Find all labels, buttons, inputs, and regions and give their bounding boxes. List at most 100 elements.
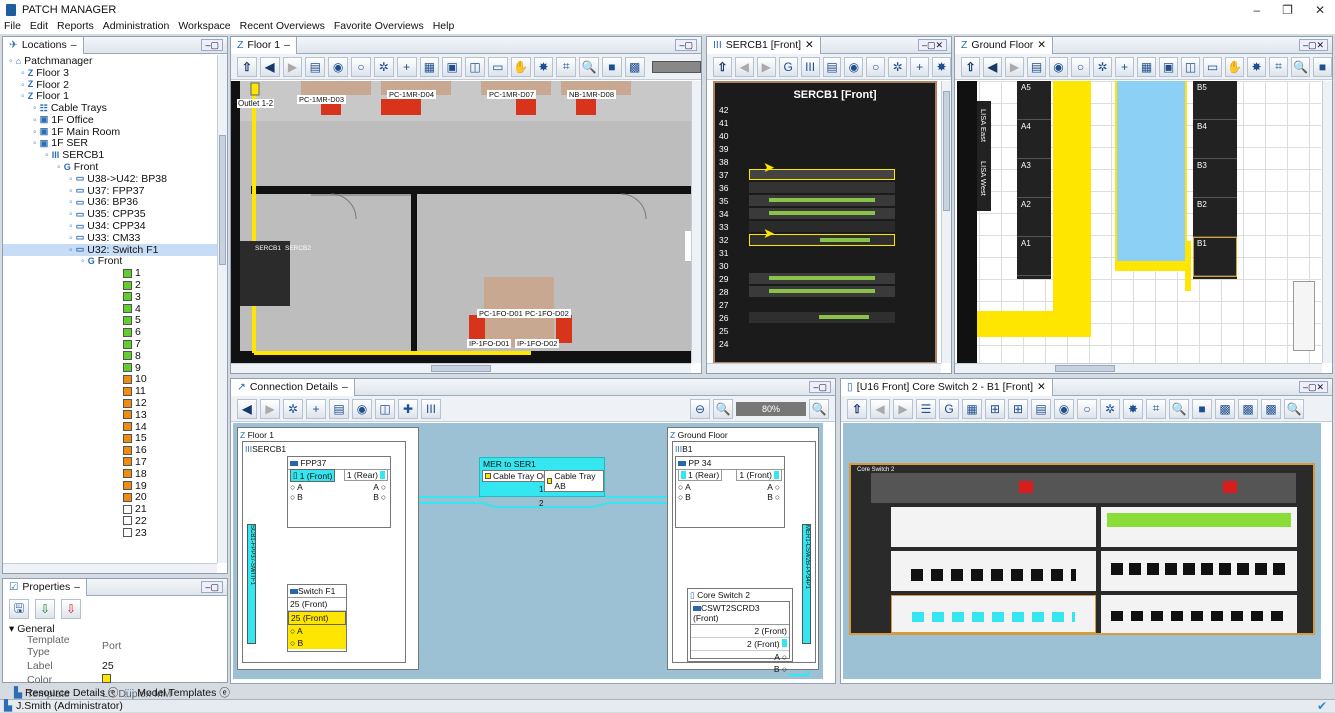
up-icon[interactable]: ⇧	[847, 398, 867, 419]
floor-rack[interactable]: B4	[1193, 120, 1237, 159]
floor1-box[interactable]: Z Floor 1 IIISERCB1 FPP37 ▯ 1 (Front) ○ A…	[237, 427, 419, 670]
rack-device-u28[interactable]	[749, 286, 895, 297]
tree-toggle-icon[interactable]: ◦	[69, 173, 73, 185]
rack-device-u29[interactable]	[749, 273, 895, 284]
ring-icon[interactable]: ○	[1071, 56, 1090, 77]
tree-port-item[interactable]: 1	[3, 267, 219, 279]
pp34-b[interactable]: ○ B	[678, 492, 691, 502]
tree-item[interactable]: ◦ ▭ U38->U42: BP38	[3, 173, 219, 185]
cswt2-b[interactable]: B ○	[691, 663, 789, 675]
export-icon[interactable]: ◉	[328, 56, 349, 77]
ring-icon[interactable]: ○	[351, 56, 371, 77]
ground-minmax-button[interactable]: –▢✕	[1298, 39, 1328, 51]
tree-toggle-icon[interactable]: ◦	[69, 244, 73, 256]
floor-rack[interactable]: B3	[1193, 159, 1237, 198]
select-icon[interactable]: ▭	[1203, 56, 1222, 77]
pp34-a[interactable]: ○ A	[678, 482, 691, 492]
grid-icon[interactable]: ▦	[419, 56, 440, 77]
rack-view-icon[interactable]: III	[800, 56, 820, 77]
rack-device-u26[interactable]	[749, 312, 895, 323]
rack-device-bp36[interactable]	[749, 182, 895, 193]
network2-icon[interactable]: ⊞	[1008, 398, 1028, 419]
floor-rack[interactable]: A2	[1017, 198, 1051, 237]
tree-toggle-icon[interactable]: ◦	[69, 232, 73, 244]
tree-port-item[interactable]: 9	[3, 362, 219, 374]
panel-minmax-button[interactable]: –▢	[201, 39, 223, 51]
pp34-rear-port[interactable]: 1 (Rear)	[678, 469, 723, 481]
magic-icon[interactable]: ✸	[533, 56, 554, 77]
tab-model-templates[interactable]: ⬚ Model Templates ⓔ	[124, 685, 229, 700]
export-icon[interactable]: ◉	[1054, 398, 1074, 419]
desk-label[interactable]: PC-1FO-D01	[477, 309, 525, 318]
cswt2-port1[interactable]: 2 (Front)	[691, 625, 789, 638]
tree-port-item[interactable]: 18	[3, 468, 219, 480]
core-switch-minmax-button[interactable]: –▢✕	[1298, 381, 1328, 393]
tab-ground-floor[interactable]: Z Ground Floor ✕	[955, 36, 1054, 54]
ground-plan[interactable]: LISA East LISA West A5 A4 A3 A2 A1 B5 B4 B3 B2 B…	[957, 81, 1321, 364]
layout-icon[interactable]: ▣	[1159, 56, 1178, 77]
floor1-vscroll[interactable]	[691, 81, 701, 363]
desk-label[interactable]: PC-1MR-D03	[297, 95, 347, 104]
menu-favorite-overviews[interactable]: Favorite Overviews	[334, 20, 424, 34]
desk-label[interactable]: IP-1FO-D02	[515, 339, 560, 348]
rack-view[interactable]: SERCB1 [Front] 42 41 40 39 38 37 36 35 34 33 32 31 3…	[713, 81, 937, 364]
sercb1-hscroll[interactable]	[707, 363, 941, 373]
tab-properties[interactable]: ☑ Properties –	[3, 578, 88, 596]
tree-port-item[interactable]: 21	[3, 503, 219, 515]
tree-port-item[interactable]: 17	[3, 456, 219, 468]
tree-port-item[interactable]: 16	[3, 444, 219, 456]
tree-item[interactable]: ◦ ▭ U34: CPP34	[3, 220, 219, 232]
export-properties-icon[interactable]: ⇩	[35, 599, 55, 619]
tab-locations[interactable]: ✈ Locations –	[3, 36, 84, 54]
tree-toggle-icon[interactable]: ◦	[21, 90, 25, 102]
add-icon[interactable]: +	[910, 56, 930, 77]
settings-icon[interactable]: ✲	[1093, 56, 1112, 77]
sercb1-box[interactable]: IIISERCB1 FPP37 ▯ 1 (Front) ○ A ○ B 1 (Re…	[242, 441, 406, 663]
zoom-in-icon[interactable]: 🔍	[809, 398, 829, 419]
fpp37-rear-b[interactable]: B ○	[373, 492, 386, 502]
tree-port-item[interactable]: 20	[3, 491, 219, 503]
back-icon[interactable]: ◀	[237, 398, 257, 419]
search-icon[interactable]: 🔍	[579, 56, 599, 77]
ring-icon[interactable]: ○	[866, 56, 886, 77]
tab-floor1[interactable]: Z Floor 1–	[231, 36, 297, 54]
pp34-box[interactable]: PP 34 1 (Rear) ○ A ○ B 1 (Front) A ○ B ○	[675, 456, 785, 528]
tree-item[interactable]: ◦ G Front	[3, 161, 219, 173]
tree-toggle-icon[interactable]: ◦	[21, 79, 25, 91]
fill-icon[interactable]: ■	[1313, 56, 1332, 77]
tree-toggle-icon[interactable]: ◦	[9, 55, 13, 67]
switch-a[interactable]: ○ A	[288, 625, 346, 637]
tree-item[interactable]: ◦ ▭ U32: Switch F1	[3, 244, 219, 256]
settings-icon[interactable]: ✲	[283, 398, 303, 419]
rack-device-cpp35[interactable]	[749, 195, 895, 206]
tree-port-item[interactable]: 22	[3, 515, 219, 527]
tree-port-item[interactable]: 14	[3, 421, 219, 433]
tree-port-item[interactable]: 5	[3, 314, 219, 326]
tree-port-item[interactable]: 4	[3, 303, 219, 315]
pp34-front-port[interactable]: 1 (Front)	[736, 469, 782, 481]
tree-port-item[interactable]: 11	[3, 385, 219, 397]
menu-edit[interactable]: Edit	[30, 20, 48, 34]
ground-hscroll[interactable]	[955, 363, 1322, 373]
properties-minmax-button[interactable]: –▢	[201, 581, 223, 593]
tree-port-item[interactable]: 8	[3, 350, 219, 362]
fpp37-a[interactable]: ○ A	[290, 482, 303, 492]
print-icon[interactable]: ▤	[822, 56, 842, 77]
back-icon[interactable]: ◀	[983, 56, 1002, 77]
up-icon[interactable]: ⇧	[237, 56, 257, 77]
zoom-out-icon[interactable]: ⊖	[690, 398, 710, 419]
connection-diagram[interactable]: Z Floor 1 IIISERCB1 FPP37 ▯ 1 (Front) ○ A…	[233, 423, 823, 679]
up-icon[interactable]: ⇧	[961, 56, 980, 77]
forward-icon[interactable]: ▶	[282, 56, 303, 77]
export-icon[interactable]: ◉	[352, 398, 372, 419]
network-icon[interactable]: ⊞	[985, 398, 1005, 419]
tree-toggle-icon[interactable]: ◦	[69, 220, 73, 232]
switch-port-front[interactable]: 25 (Front)	[288, 598, 346, 611]
add-icon[interactable]: +	[1115, 56, 1134, 77]
tree-item[interactable]: ◦ Z Floor 1	[3, 90, 219, 102]
device-icon[interactable]: ▦	[962, 398, 982, 419]
menu-help[interactable]: Help	[433, 20, 455, 34]
list-icon[interactable]: ☰	[916, 398, 936, 419]
forward-icon[interactable]: ▶	[260, 398, 280, 419]
window-icon[interactable]: ◫	[465, 56, 485, 77]
